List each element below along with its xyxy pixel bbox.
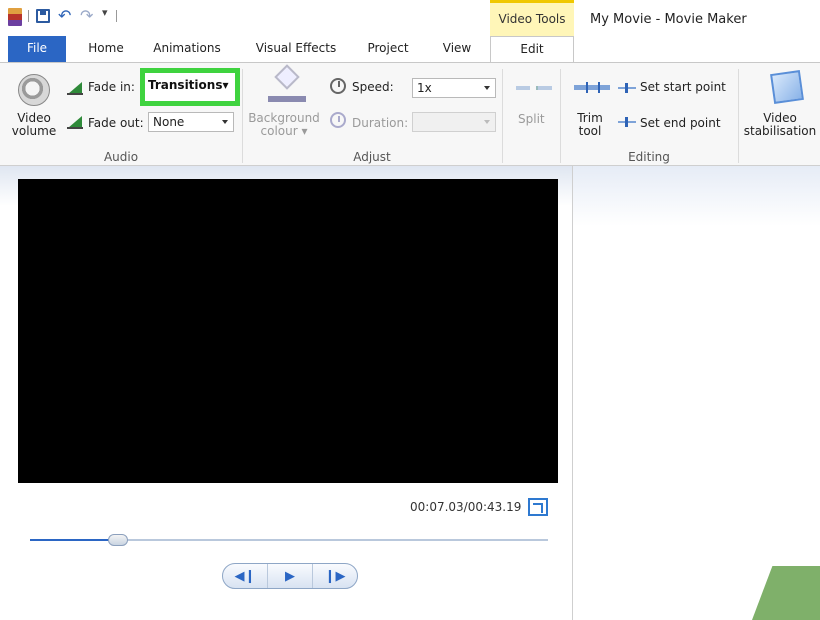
fade-in-label: Fade in: bbox=[88, 80, 135, 94]
split-button[interactable]: Split bbox=[518, 112, 545, 126]
group-separator bbox=[560, 69, 561, 163]
video-stabilisation-label-2: stabilisation bbox=[743, 124, 817, 138]
seek-bar[interactable] bbox=[30, 534, 548, 546]
tab-edit[interactable]: Edit bbox=[490, 36, 574, 63]
seek-progress bbox=[30, 539, 119, 541]
undo-icon[interactable]: ↶ bbox=[58, 6, 71, 25]
chevron-down-icon bbox=[484, 120, 490, 124]
chevron-down-icon: ▾ bbox=[222, 78, 229, 92]
trim-tool-button[interactable]: Trim tool bbox=[570, 112, 610, 138]
video-preview[interactable] bbox=[18, 179, 558, 483]
save-icon[interactable] bbox=[36, 9, 50, 23]
customize-qa-icon[interactable]: ▾ bbox=[102, 6, 108, 19]
video-stabilisation-icon[interactable] bbox=[770, 70, 804, 104]
speed-icon bbox=[330, 78, 346, 94]
context-tab-video-tools: Video Tools bbox=[490, 0, 574, 36]
background-colour-icon[interactable] bbox=[268, 64, 308, 104]
fade-out-value: None bbox=[153, 115, 185, 129]
background-colour-label-2: colour ▾ bbox=[260, 124, 308, 138]
next-frame-button[interactable]: ❙▶ bbox=[313, 564, 357, 588]
title-bar: ↶ ↷ ▾ Video Tools My Movie - Movie Maker bbox=[0, 0, 820, 36]
tab-file[interactable]: File bbox=[8, 36, 66, 62]
trim-tool-label-2: tool bbox=[578, 124, 602, 138]
seek-thumb[interactable] bbox=[108, 534, 129, 546]
play-icon: ▶ bbox=[285, 568, 295, 584]
group-separator bbox=[242, 69, 243, 163]
qa-separator bbox=[28, 10, 29, 22]
storyboard-pane[interactable] bbox=[572, 166, 820, 620]
fullscreen-preview-icon[interactable] bbox=[528, 498, 548, 516]
paint-bucket-shape bbox=[274, 64, 300, 90]
colour-bar bbox=[268, 96, 306, 102]
next-frame-icon: ❙▶ bbox=[324, 568, 346, 584]
context-tab-label: Video Tools bbox=[498, 12, 566, 26]
set-end-point-button[interactable]: Set end point bbox=[640, 116, 721, 130]
playback-controls: ◀❙ ▶ ❙▶ bbox=[222, 563, 358, 589]
tab-animations[interactable]: Animations bbox=[146, 36, 228, 62]
fade-in-value: Transitions bbox=[148, 78, 223, 92]
tab-project[interactable]: Project bbox=[358, 36, 418, 62]
video-volume-button[interactable]: Video volume bbox=[8, 112, 60, 138]
fade-in-icon bbox=[66, 78, 84, 96]
speed-value: 1x bbox=[417, 81, 432, 95]
fade-out-icon bbox=[66, 112, 84, 130]
duration-label: Duration: bbox=[352, 116, 409, 130]
split-icon[interactable] bbox=[516, 84, 552, 92]
app-icon[interactable] bbox=[8, 8, 22, 26]
group-label-adjust: Adjust bbox=[353, 150, 391, 164]
speed-label: Speed: bbox=[352, 80, 394, 94]
ribbon: Audio Adjust Editing bbox=[0, 62, 820, 166]
group-label-editing: Editing bbox=[628, 150, 670, 164]
group-label-audio: Audio bbox=[103, 150, 139, 164]
window-title: My Movie - Movie Maker bbox=[590, 12, 747, 27]
qa-separator bbox=[116, 10, 117, 22]
fade-out-dropdown[interactable]: None bbox=[148, 112, 234, 132]
previous-frame-button[interactable]: ◀❙ bbox=[223, 564, 268, 588]
tab-home[interactable]: Home bbox=[80, 36, 132, 62]
fade-out-label: Fade out: bbox=[88, 116, 144, 130]
previous-frame-icon: ◀❙ bbox=[234, 568, 256, 584]
speed-dropdown[interactable]: 1x bbox=[412, 78, 496, 98]
group-separator bbox=[502, 69, 503, 163]
tab-view[interactable]: View bbox=[432, 36, 482, 62]
video-stabilisation-button[interactable]: Video stabilisation bbox=[740, 112, 820, 138]
set-start-point-icon bbox=[618, 83, 636, 93]
timecode: 00:07.03/00:43.19 bbox=[410, 500, 522, 514]
ribbon-tabs: File Home Animations Visual Effects Proj… bbox=[0, 36, 820, 63]
duration-icon bbox=[330, 112, 346, 128]
tab-visual-effects[interactable]: Visual Effects bbox=[248, 36, 344, 62]
set-end-point-icon bbox=[618, 117, 636, 127]
group-separator bbox=[738, 69, 739, 163]
trim-tool-icon[interactable] bbox=[574, 82, 610, 94]
video-volume-label-2: volume bbox=[11, 124, 57, 138]
play-button[interactable]: ▶ bbox=[268, 564, 313, 588]
chevron-down-icon bbox=[484, 86, 490, 90]
set-start-point-button[interactable]: Set start point bbox=[640, 80, 726, 94]
video-volume-icon[interactable] bbox=[18, 74, 50, 106]
chevron-down-icon bbox=[222, 120, 228, 124]
background-colour-button[interactable]: Background colour ▾ bbox=[246, 112, 322, 138]
duration-dropdown[interactable] bbox=[412, 112, 496, 132]
fade-in-dropdown[interactable]: Transitions▾ bbox=[148, 78, 229, 92]
redo-icon[interactable]: ↷ bbox=[80, 6, 93, 25]
